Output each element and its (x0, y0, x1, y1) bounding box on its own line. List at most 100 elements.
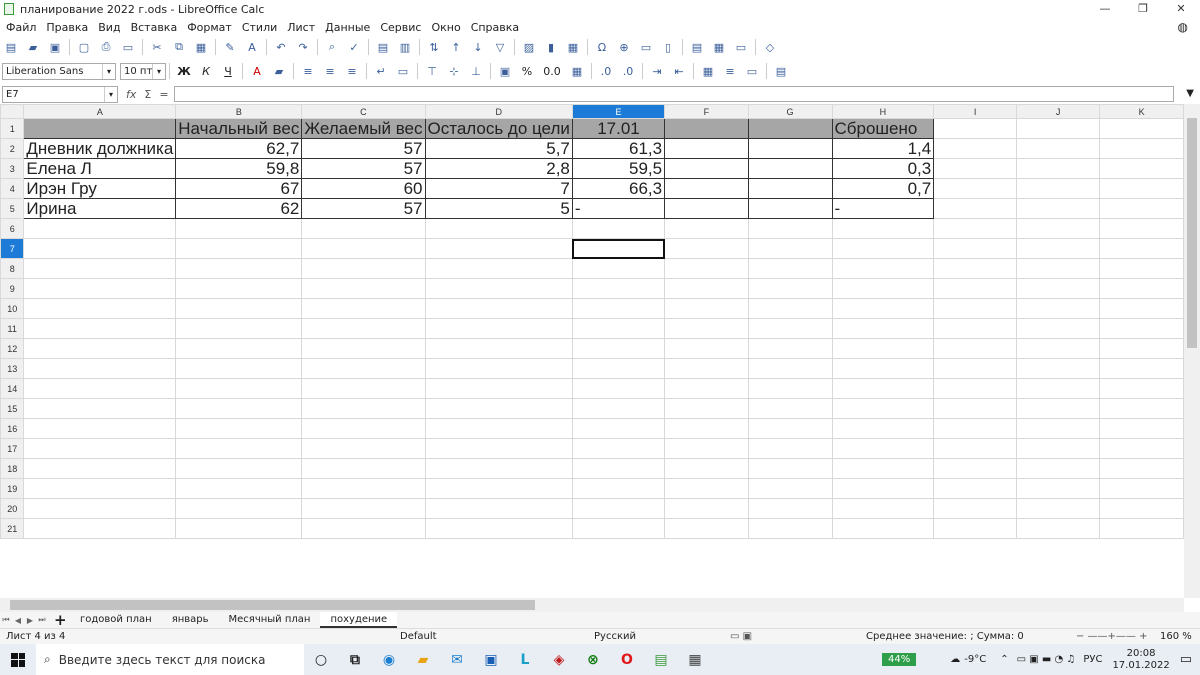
insert-image-icon[interactable]: ▨ (520, 38, 538, 56)
border-color-icon[interactable]: ▭ (743, 62, 761, 80)
horizontal-scrollbar[interactable] (0, 598, 1184, 612)
name-box[interactable]: E7 ▾ (2, 85, 118, 103)
cell-e18[interactable] (571, 458, 666, 479)
formula-icon[interactable]: = (159, 88, 168, 101)
cell-d1[interactable]: Осталось до цели (424, 118, 573, 139)
row-header-10[interactable]: 10 (0, 298, 25, 319)
cell-i5[interactable] (933, 198, 1018, 219)
cell-j4[interactable] (1016, 178, 1101, 199)
font-name-select[interactable]: Liberation Sans ▾ (2, 62, 116, 80)
cell-h13[interactable] (831, 358, 935, 379)
cell-d6[interactable] (424, 218, 573, 239)
cell-a2[interactable]: Дневник должника (23, 138, 177, 159)
cell-d17[interactable] (424, 438, 573, 459)
cell-e3[interactable]: 59,5 (571, 158, 666, 179)
cell-g15[interactable] (747, 398, 833, 419)
mcafee-icon[interactable]: ◈ (542, 644, 576, 675)
cell-b14[interactable] (175, 378, 303, 399)
menu-styles[interactable]: Стили (242, 21, 277, 34)
cell-k17[interactable] (1099, 438, 1184, 459)
next-sheet-icon[interactable]: ▶ (24, 616, 36, 625)
cell-h16[interactable] (831, 418, 935, 439)
cell-h9[interactable] (831, 278, 935, 299)
cell-k14[interactable] (1099, 378, 1184, 399)
cell-i7[interactable] (933, 238, 1018, 259)
cell-j3[interactable] (1016, 158, 1101, 179)
minimize-button[interactable]: — (1086, 0, 1124, 18)
cell-g19[interactable] (747, 478, 833, 499)
highlight-color-icon[interactable]: ▰ (270, 62, 288, 80)
cell-i19[interactable] (933, 478, 1018, 499)
cell-e6[interactable] (571, 218, 666, 239)
cell-d2[interactable]: 5,7 (424, 138, 573, 159)
cell-g7[interactable] (747, 238, 833, 259)
cell-f1[interactable] (664, 118, 749, 139)
cell-k12[interactable] (1099, 338, 1184, 359)
cell-d19[interactable] (424, 478, 573, 499)
cell-c10[interactable] (301, 298, 426, 319)
currency-format-icon[interactable]: ▣ (496, 62, 514, 80)
cell-f15[interactable] (664, 398, 749, 419)
cell-b17[interactable] (175, 438, 303, 459)
cell-g9[interactable] (747, 278, 833, 299)
vertical-scrollbar[interactable] (1184, 104, 1200, 598)
cell-k9[interactable] (1099, 278, 1184, 299)
cell-k10[interactable] (1099, 298, 1184, 319)
cell-e20[interactable] (571, 498, 666, 519)
cell-e5[interactable]: - (571, 198, 666, 219)
freeze-rows-icon[interactable]: ▦ (710, 38, 728, 56)
cell-k18[interactable] (1099, 458, 1184, 479)
cell-a3[interactable]: Елена Л (23, 158, 177, 179)
cell-e10[interactable] (571, 298, 666, 319)
cell-g4[interactable] (747, 178, 833, 199)
cell-a21[interactable] (23, 518, 177, 539)
row-header-15[interactable]: 15 (0, 398, 25, 419)
font-size-select[interactable]: 10 пт ▾ (120, 62, 166, 80)
cell-k2[interactable] (1099, 138, 1184, 159)
cell-k5[interactable] (1099, 198, 1184, 219)
cell-c1[interactable]: Желаемый вес (301, 118, 426, 139)
cell-b3[interactable]: 59,8 (175, 158, 303, 179)
cell-h1[interactable]: Сброшено (831, 118, 935, 139)
cell-k4[interactable] (1099, 178, 1184, 199)
insert-chart-icon[interactable]: ▮ (542, 38, 560, 56)
cell-b8[interactable] (175, 258, 303, 279)
temperature[interactable]: -9°C (964, 654, 986, 665)
sum-icon[interactable]: Σ (144, 88, 151, 101)
row-header-1[interactable]: 1 (0, 118, 25, 139)
sheet-tab-yearly-plan[interactable]: годовой план (70, 612, 162, 628)
cell-h7[interactable] (831, 238, 935, 259)
cell-e17[interactable] (571, 438, 666, 459)
column-header-f[interactable]: F (664, 104, 749, 119)
cell-e8[interactable] (571, 258, 666, 279)
column-icon[interactable]: ▥ (396, 38, 414, 56)
cortana-icon[interactable]: ○ (304, 644, 338, 675)
cell-h20[interactable] (831, 498, 935, 519)
show-draw-functions-icon[interactable]: ◇ (761, 38, 779, 56)
cell-i1[interactable] (933, 118, 1018, 139)
cell-i2[interactable] (933, 138, 1018, 159)
row-header-16[interactable]: 16 (0, 418, 25, 439)
cell-j13[interactable] (1016, 358, 1101, 379)
cell-g2[interactable] (747, 138, 833, 159)
select-all-corner[interactable] (0, 104, 25, 119)
cell-g17[interactable] (747, 438, 833, 459)
cell-c12[interactable] (301, 338, 426, 359)
menu-view[interactable]: Вид (98, 21, 120, 34)
cell-j11[interactable] (1016, 318, 1101, 339)
cell-j6[interactable] (1016, 218, 1101, 239)
row-header-11[interactable]: 11 (0, 318, 25, 339)
align-left-icon[interactable]: ≡ (299, 62, 317, 80)
cell-i20[interactable] (933, 498, 1018, 519)
file-explorer-icon[interactable]: ▰ (406, 644, 440, 675)
cell-k21[interactable] (1099, 518, 1184, 539)
cell-h6[interactable] (831, 218, 935, 239)
row-header-20[interactable]: 20 (0, 498, 25, 519)
sort-ascending-icon[interactable]: ↑ (447, 38, 465, 56)
sheet-tab-monthly-plan[interactable]: Месячный план (219, 612, 321, 628)
merge-cells-icon[interactable]: ▭ (394, 62, 412, 80)
open-folder-icon[interactable]: ▰ (24, 38, 42, 56)
cell-d5[interactable]: 5 (424, 198, 573, 219)
bold-button[interactable]: Ж (175, 62, 193, 80)
cell-g12[interactable] (747, 338, 833, 359)
